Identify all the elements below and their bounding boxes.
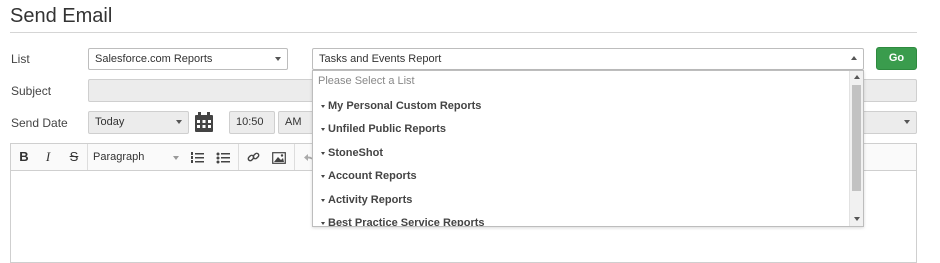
dropdown-item-label: My Personal Custom Reports (328, 100, 482, 112)
list-label: List (11, 52, 30, 66)
dropdown-item[interactable]: Unfiled Public Reports (321, 123, 446, 135)
calendar-icon[interactable] (194, 111, 214, 133)
ampm-value: AM (285, 116, 302, 128)
numbered-list-icon[interactable] (187, 144, 207, 170)
chevron-down-icon (904, 120, 910, 124)
caret-down-icon (321, 198, 325, 202)
report-dropdown-list: Please Select a List My Personal Custom … (312, 70, 864, 227)
link-icon[interactable] (243, 144, 263, 170)
bold-button[interactable]: B (15, 144, 33, 170)
caret-down-icon (321, 151, 325, 155)
report-select-value: Tasks and Events Report (319, 53, 442, 65)
caret-down-icon (321, 127, 325, 131)
dropdown-item-label: Best Practice Service Reports (328, 217, 485, 227)
toolbar-divider (87, 144, 88, 170)
image-icon[interactable] (269, 144, 289, 170)
scroll-down-arrow-icon[interactable] (854, 217, 860, 221)
report-select[interactable]: Tasks and Events Report (312, 48, 864, 70)
paragraph-format-select[interactable]: Paragraph (93, 144, 179, 170)
caret-down-icon (321, 174, 325, 178)
chevron-up-icon (851, 56, 857, 60)
subject-label: Subject (11, 84, 52, 98)
dropdown-item-label: Activity Reports (328, 194, 413, 206)
title-divider (10, 32, 917, 33)
strikethrough-button[interactable]: S (65, 144, 83, 170)
dropdown-item[interactable]: Account Reports (321, 170, 417, 182)
scrollbar-thumb[interactable] (852, 85, 861, 191)
dropdown-item[interactable]: Activity Reports (321, 194, 412, 206)
send-date-label: Send Date (11, 116, 68, 130)
send-date-select[interactable]: Today (88, 111, 189, 134)
dropdown-item[interactable]: StoneShot (321, 147, 383, 159)
dropdown-item-label: Account Reports (328, 170, 417, 182)
caret-down-icon (321, 221, 325, 225)
list-select-value: Salesforce.com Reports (95, 53, 213, 65)
bulleted-list-icon[interactable] (213, 144, 233, 170)
toolbar-divider (238, 144, 239, 170)
paragraph-format-value: Paragraph (93, 151, 145, 163)
toolbar-divider (294, 144, 295, 170)
dropdown-scrollbar[interactable] (849, 71, 863, 226)
chevron-down-icon (275, 57, 281, 61)
dropdown-item-label: StoneShot (328, 147, 383, 159)
dropdown-item[interactable]: Best Practice Service Reports (321, 217, 485, 227)
list-select[interactable]: Salesforce.com Reports (88, 48, 288, 70)
dropdown-item-label: Unfiled Public Reports (328, 123, 446, 135)
send-date-value: Today (95, 116, 125, 128)
chevron-down-icon (176, 120, 182, 124)
dropdown-item[interactable]: My Personal Custom Reports (321, 100, 481, 112)
scroll-up-arrow-icon[interactable] (854, 75, 860, 79)
ampm-select[interactable]: AM (278, 111, 314, 134)
italic-button[interactable]: I (39, 144, 57, 170)
page-title: Send Email (10, 5, 113, 27)
timezone-select[interactable] (862, 111, 917, 134)
go-button[interactable]: Go (876, 47, 917, 70)
chevron-down-icon (173, 156, 179, 160)
time-input[interactable]: 10:50 (229, 111, 275, 134)
caret-down-icon (321, 104, 325, 108)
dropdown-placeholder: Please Select a List (318, 75, 415, 87)
